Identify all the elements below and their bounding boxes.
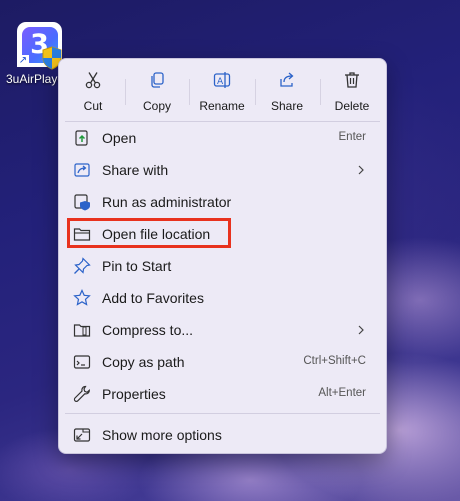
- context-menu: Cut Copy A Rename Share Delete Open Ente…: [58, 58, 387, 454]
- copy-label: Copy: [142, 99, 171, 113]
- menu-item-shortcut: Alt+Enter: [318, 387, 366, 399]
- star-icon: [73, 289, 91, 306]
- delete-button[interactable]: Delete: [321, 67, 383, 117]
- share-button[interactable]: Share: [256, 67, 318, 117]
- menu-item-label: Show more options: [102, 427, 222, 443]
- shortcut-arrow-icon: ↗: [17, 55, 29, 67]
- share-label: Share: [270, 99, 304, 113]
- scissors-icon: [85, 72, 101, 89]
- menu-item-pin-to-start[interactable]: Pin to Start: [65, 250, 380, 282]
- menu-item-share-with[interactable]: Share with: [65, 154, 380, 186]
- share-icon: [280, 72, 294, 87]
- rename-icon: A: [213, 72, 231, 88]
- pin-icon: [74, 257, 91, 274]
- menu-item-label: Compress to...: [102, 322, 194, 338]
- menu-item-label: Add to Favorites: [102, 290, 204, 306]
- menu-item-compress-to[interactable]: Compress to...: [65, 314, 380, 346]
- context-menu-toolbar: Cut Copy A Rename Share Delete: [59, 67, 386, 117]
- menu-item-properties[interactable]: Properties Alt+Enter: [65, 378, 380, 410]
- menu-item-label: Share with: [102, 162, 169, 178]
- menu-item-shortcut: Enter: [338, 131, 367, 143]
- zip-folder-icon: [73, 324, 91, 337]
- svg-text:A: A: [217, 77, 224, 87]
- copy-path-icon: [73, 355, 91, 369]
- share-with-icon: [74, 163, 90, 177]
- menu-item-label: Open: [102, 130, 137, 146]
- rename-label: Rename: [199, 99, 245, 113]
- open-icon: [75, 130, 88, 146]
- chevron-right-icon: [358, 165, 364, 175]
- menu-item-label: Copy as path: [102, 354, 185, 370]
- admin-shield-icon: [74, 194, 90, 211]
- trash-icon: [345, 72, 359, 88]
- highlight-annotation-box: [67, 218, 231, 248]
- menu-item-open[interactable]: Open Enter: [65, 122, 380, 154]
- menu-item-show-more-options[interactable]: Show more options: [65, 419, 380, 451]
- copy-button[interactable]: Copy: [126, 67, 188, 117]
- delete-label: Delete: [334, 99, 370, 113]
- menu-item-run-as-administrator[interactable]: Run as administrator: [65, 186, 380, 218]
- menu-item-add-to-favorites[interactable]: Add to Favorites: [65, 282, 380, 314]
- menu-item-label: Pin to Start: [102, 258, 172, 274]
- toolbar-divider: [189, 79, 190, 105]
- desktop: 3 ↗ 3uAirPlayer Cut Copy A Rename Share …: [0, 0, 460, 501]
- wrench-icon: [73, 385, 90, 402]
- rename-button[interactable]: A Rename: [191, 67, 253, 117]
- more-options-icon: [73, 428, 91, 442]
- menu-divider: [65, 413, 380, 414]
- chevron-right-icon: [358, 325, 364, 335]
- copy-icon: [151, 72, 164, 88]
- cut-button[interactable]: Cut: [62, 67, 124, 117]
- menu-item-shortcut: Ctrl+Shift+C: [303, 355, 366, 367]
- cut-label: Cut: [83, 99, 103, 113]
- menu-item-copy-as-path[interactable]: Copy as path Ctrl+Shift+C: [65, 346, 380, 378]
- menu-item-label: Properties: [102, 386, 166, 402]
- menu-item-label: Run as administrator: [102, 194, 232, 210]
